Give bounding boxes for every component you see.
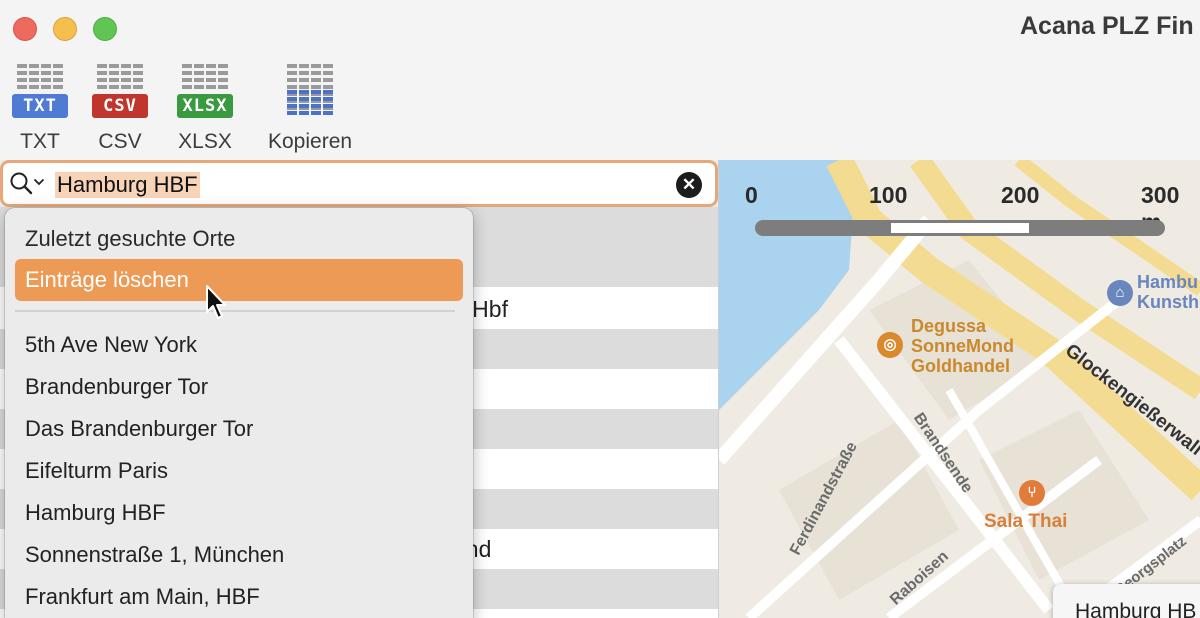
scale-label-200: 200 — [1001, 182, 1040, 208]
table-copy-icon — [281, 58, 339, 120]
csv-file-icon: CSV — [91, 58, 149, 120]
fork-knife-icon[interactable]: ⑂ — [1019, 480, 1045, 506]
title-bar: Acana PLZ Fin TXT TXT CSV CSV XLSX XLSX … — [0, 0, 1200, 160]
export-txt-button[interactable]: TXT TXT — [11, 58, 69, 154]
recent-item[interactable]: Hamburg HBF — [25, 500, 166, 526]
recent-searches-header: Zuletzt gesuchte Orte — [25, 226, 236, 251]
export-xlsx-label: XLSX — [178, 130, 232, 153]
window-title: Acana PLZ Fin — [1020, 12, 1194, 40]
zoom-window-button[interactable] — [93, 17, 117, 41]
scale-label-100: 100 — [869, 182, 908, 208]
recent-item[interactable]: Eifelturm Paris — [25, 458, 168, 484]
minimize-window-button[interactable] — [53, 17, 77, 41]
copy-button[interactable]: Kopieren — [268, 58, 352, 154]
recent-item[interactable]: Frankfurt am Main, HBF — [25, 584, 260, 610]
poi-degussa[interactable]: Degussa SonneMond Goldhandel — [911, 316, 1014, 376]
chevron-down-icon — [34, 179, 44, 186]
txt-file-icon: TXT — [11, 58, 69, 120]
close-window-button[interactable] — [13, 17, 37, 41]
scale-label-0: 0 — [745, 182, 758, 208]
clear-history-menu-item[interactable]: Einträge löschen — [15, 259, 463, 301]
menu-separator — [15, 310, 455, 312]
mouse-pointer-icon — [206, 285, 226, 319]
export-csv-label: CSV — [98, 130, 142, 153]
search-input[interactable]: Hamburg HBF ✕ — [0, 160, 718, 207]
ring-icon[interactable]: ◎ — [877, 332, 903, 358]
map-view[interactable]: 0 100 200 300 m ◎ Degussa SonneMond Gold… — [718, 160, 1200, 618]
recent-item[interactable]: Das Brandenburger Tor — [25, 416, 253, 442]
recent-item[interactable]: Sonnenstraße 1, München — [25, 542, 284, 568]
copy-label: Kopieren — [268, 130, 353, 153]
poi-hamburger-kunsthalle[interactable]: Hambu Kunsth — [1137, 272, 1199, 312]
search-icon[interactable] — [9, 171, 49, 197]
recent-item[interactable]: 5th Ave New York — [25, 332, 197, 358]
xlsx-file-icon: XLSX — [176, 58, 234, 120]
export-csv-button[interactable]: CSV CSV — [91, 58, 149, 154]
search-bar: Hamburg HBF ✕ — [0, 160, 718, 207]
recent-searches-menu: Zuletzt gesuchte Orte Einträge löschen 5… — [5, 208, 473, 618]
map-callout[interactable]: Hamburg HB — [1053, 584, 1200, 618]
museum-icon[interactable]: ⌂ — [1107, 280, 1133, 306]
close-icon[interactable]: ✕ — [676, 172, 702, 198]
scale-bar — [755, 220, 1165, 236]
export-xlsx-button[interactable]: XLSX XLSX — [176, 58, 234, 154]
poi-sala-thai[interactable]: Sala Thai — [984, 511, 1067, 533]
recent-item[interactable]: Brandenburger Tor — [25, 374, 208, 400]
search-value[interactable]: Hamburg HBF — [55, 172, 200, 198]
export-txt-label: TXT — [20, 130, 60, 153]
